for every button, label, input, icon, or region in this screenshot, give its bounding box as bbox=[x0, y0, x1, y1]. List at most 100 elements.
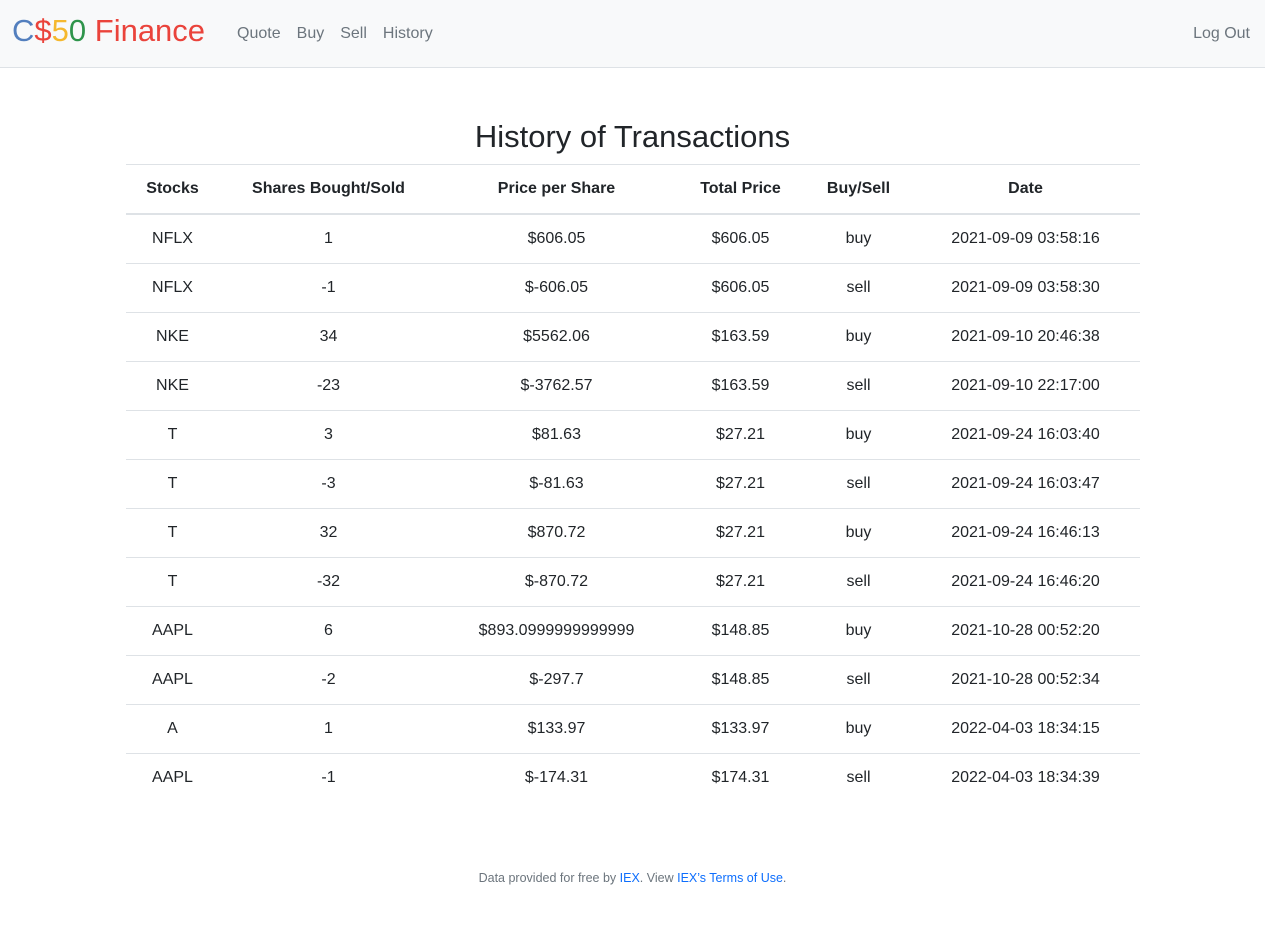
cell-price-per-share: $870.72 bbox=[437, 508, 676, 558]
cell-total-price: $27.21 bbox=[675, 410, 806, 460]
cell-date: 2021-09-24 16:46:20 bbox=[911, 557, 1140, 607]
cell-shares: 3 bbox=[219, 410, 438, 460]
brand-part: 0 bbox=[68, 13, 87, 48]
brand-part: Finance bbox=[86, 13, 206, 48]
cell-total-price: $606.05 bbox=[711, 230, 770, 247]
table-row: AAPL -1 $-174.31 $174.31 sell 2022-04-03 18:3… bbox=[125, 753, 1140, 802]
cell-buy-sell: buy bbox=[805, 704, 912, 754]
cell-stock: AAPL bbox=[125, 655, 220, 705]
nav-buy-link[interactable]: Buy bbox=[289, 25, 333, 43]
cell-shares: 6 bbox=[219, 606, 438, 656]
brand-part: $ bbox=[34, 13, 52, 48]
cell-buy-sell: sell bbox=[805, 557, 912, 607]
cell-price-per-share: $5562.06 bbox=[437, 312, 676, 362]
header-shares: Shares Bought/Sold bbox=[219, 164, 438, 215]
cell-stock: A bbox=[125, 704, 220, 754]
cell-stock: NKE bbox=[125, 361, 220, 411]
table-row: NKE -23 $-3762.57 $163.59 sell 2021-09-10 22:… bbox=[125, 361, 1140, 411]
cell-date: 2021-09-24 16:03:47 bbox=[911, 459, 1140, 509]
cell-buy-sell: buy bbox=[845, 230, 872, 247]
cell-price-per-share: $81.63 bbox=[437, 410, 676, 460]
table-row: AAPL -2 $-297.7 $148.85 sell 2021-10-28 00:52… bbox=[125, 655, 1140, 705]
cell-price-per-share: $-3762.57 bbox=[437, 361, 676, 411]
cell-date: 2021-09-24 16:03:40 bbox=[911, 410, 1140, 460]
cell-price-per-share: $606.05 bbox=[527, 230, 586, 247]
cell-buy-sell: sell bbox=[805, 655, 912, 705]
cell-total-price: $27.21 bbox=[675, 557, 806, 607]
cell-price-per-share: $133.97 bbox=[437, 704, 676, 754]
navbar: C $5 0 Finance Quote Buy Sell History Log … bbox=[0, 0, 1265, 68]
cell-total-price: $606.05 bbox=[675, 263, 806, 313]
cell-total-price: $27.21 bbox=[675, 508, 806, 558]
logout-link[interactable]: Log Out bbox=[1185, 25, 1250, 43]
cell-total-price: $163.59 bbox=[675, 312, 806, 362]
table-row: AAPL 6 $893.0999999999999 $148.85 buy 2021-10… bbox=[125, 606, 1140, 656]
cell-price-per-share: $-81.63 bbox=[437, 459, 676, 509]
footer-middle: . View bbox=[639, 871, 678, 885]
table-row: NFLX 1 $606.05 $606.05 buy 2021-09-09 03:58:1… bbox=[126, 214, 1140, 264]
header-total-price: Total Price bbox=[675, 164, 806, 215]
table-row: T -32 $-870.72 $27.21 sell 2021-09-24 16:46:2… bbox=[125, 557, 1140, 607]
cell-buy-sell: sell bbox=[805, 361, 912, 411]
cell-price-per-share: $893.0999999999999 bbox=[437, 606, 676, 656]
cell-shares: 1 bbox=[324, 230, 333, 247]
iex-link[interactable]: IEX bbox=[620, 871, 640, 885]
cell-buy-sell: buy bbox=[805, 410, 912, 460]
cell-stock: T bbox=[125, 557, 220, 607]
nav-quote-link[interactable]: Quote bbox=[229, 25, 289, 43]
cell-price-per-share: $-297.7 bbox=[437, 655, 676, 705]
cell-date: 2021-09-10 22:17:00 bbox=[911, 361, 1140, 411]
cell-shares: -3 bbox=[219, 459, 438, 509]
cell-total-price: $163.59 bbox=[675, 361, 806, 411]
nav-history-link[interactable]: History bbox=[375, 25, 441, 43]
cell-date: 2022-04-03 18:34:39 bbox=[911, 753, 1140, 802]
cell-shares: -1 bbox=[219, 263, 438, 313]
table-row: A 1 $133.97 $133.97 buy 2022-04-03 18:34:15 bbox=[125, 704, 1140, 754]
cell-buy-sell: sell bbox=[805, 753, 912, 802]
cell-date: 2021-09-09 03:58:30 bbox=[911, 263, 1140, 313]
iex-terms-link[interactable]: IEX’s Terms of Use bbox=[677, 871, 783, 885]
cell-buy-sell: buy bbox=[805, 606, 912, 656]
cell-shares: -1 bbox=[219, 753, 438, 802]
header-buy-sell: Buy/Sell bbox=[805, 164, 912, 215]
table-row: NFLX -1 $-606.05 $606.05 sell 2021-09-09 03:5… bbox=[125, 263, 1140, 313]
cell-buy-sell: sell bbox=[805, 263, 912, 313]
nav-links: Quote Buy Sell History bbox=[229, 25, 441, 43]
cell-stock: NKE bbox=[125, 312, 220, 362]
footer-prefix: Data provided for free by bbox=[478, 871, 620, 885]
cell-shares: 32 bbox=[219, 508, 438, 558]
cell-total-price: $148.85 bbox=[675, 606, 806, 656]
header-price-per-share: Price per Share bbox=[437, 164, 676, 215]
table-row: T 32 $870.72 $27.21 buy 2021-09-24 16:46:13 bbox=[125, 508, 1140, 558]
cell-stock: T bbox=[125, 508, 220, 558]
cell-total-price: $133.97 bbox=[675, 704, 806, 754]
footer: Data provided for free by IEX. View IEX’… bbox=[0, 871, 1265, 885]
cell-shares: -32 bbox=[219, 557, 438, 607]
header-date: Date bbox=[911, 164, 1140, 215]
cell-buy-sell: buy bbox=[805, 312, 912, 362]
cell-price-per-share: $-174.31 bbox=[437, 753, 676, 802]
cell-total-price: $174.31 bbox=[675, 753, 806, 802]
table-body: NFLX 1 $606.05 $606.05 buy 2021-09-09 03:58:1… bbox=[125, 214, 1140, 802]
nav-sell-link[interactable]: Sell bbox=[332, 25, 375, 43]
cell-stock: AAPL bbox=[125, 753, 220, 802]
table-row: T 3 $81.63 $27.21 buy 2021-09-24 16:03:40 bbox=[125, 410, 1140, 460]
cell-stock: AAPL bbox=[125, 606, 220, 656]
brand-part: 5 bbox=[51, 13, 69, 48]
cell-date: 2021-09-10 20:46:38 bbox=[911, 312, 1140, 362]
cell-date: 2021-10-28 00:52:20 bbox=[911, 606, 1140, 656]
cell-shares: 1 bbox=[219, 704, 438, 754]
brand-logo-link[interactable]: C $5 0 Finance bbox=[12, 15, 205, 46]
cell-shares: 34 bbox=[219, 312, 438, 362]
transactions-table: Stocks Shares Bought/Sold Price per Shar… bbox=[125, 164, 1140, 802]
cell-stock: T bbox=[125, 410, 220, 460]
cell-shares: -2 bbox=[219, 655, 438, 705]
cell-stock: T bbox=[125, 459, 220, 509]
cell-total-price: $27.21 bbox=[675, 459, 806, 509]
brand-part: C bbox=[12, 13, 35, 48]
cell-shares: -23 bbox=[219, 361, 438, 411]
cell-date: 2021-09-09 03:58:16 bbox=[951, 230, 1100, 247]
header-stocks: Stocks bbox=[125, 164, 220, 215]
cell-buy-sell: sell bbox=[805, 459, 912, 509]
main-content: History of Transactions Stocks Shares Bo… bbox=[125, 68, 1140, 802]
